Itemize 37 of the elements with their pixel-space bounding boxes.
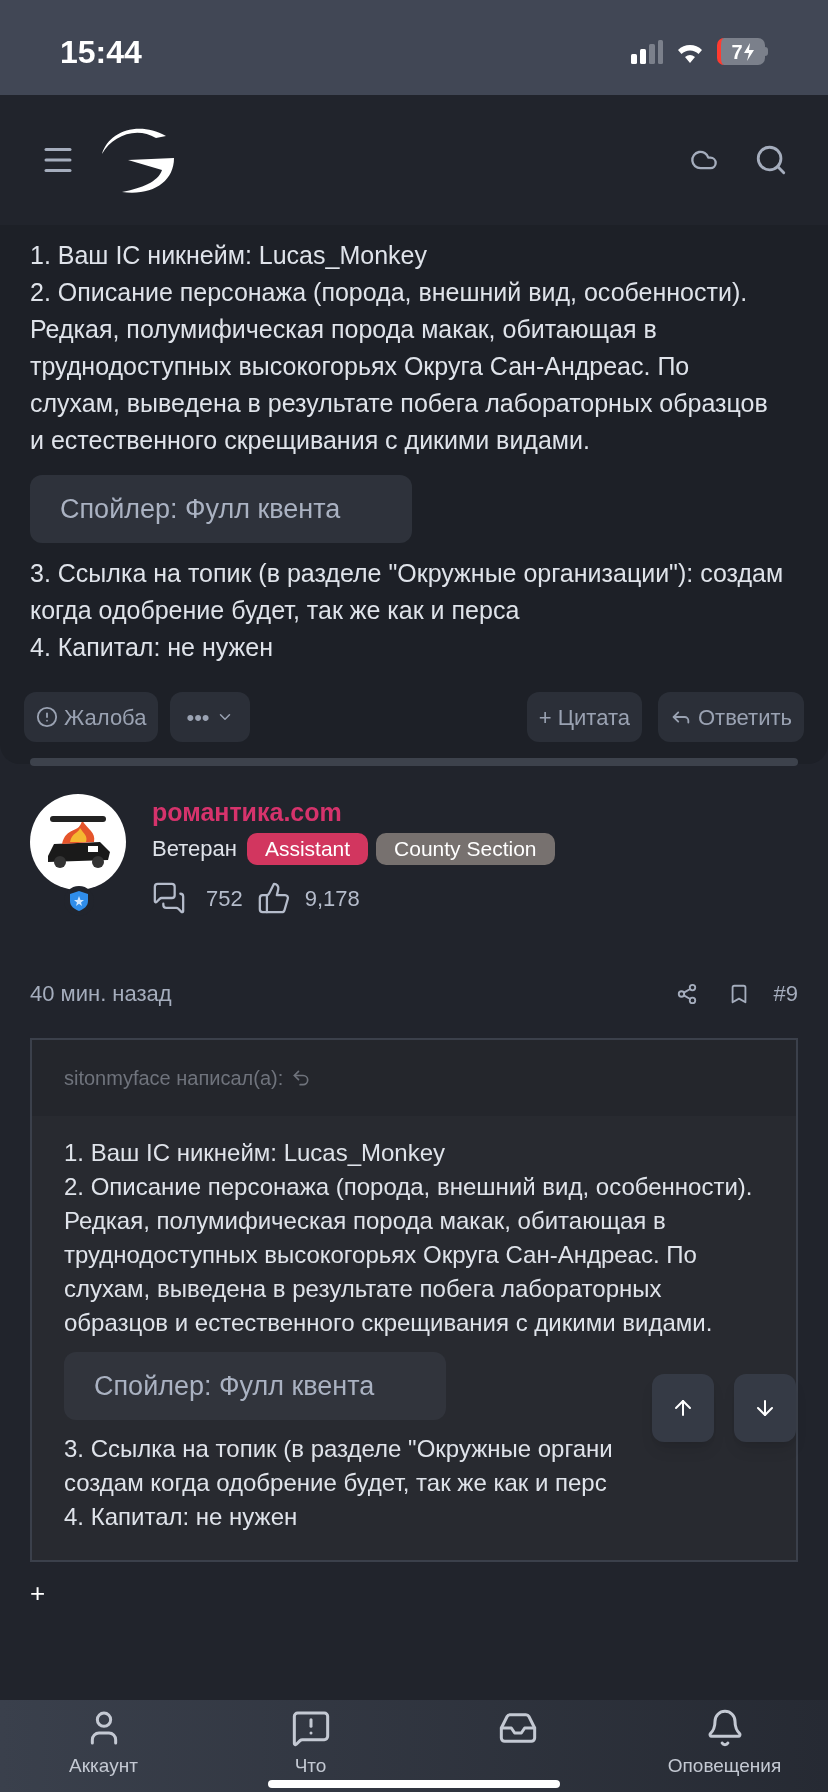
message-count: 752 [206, 884, 243, 913]
expand-toggle[interactable]: + [30, 1574, 46, 1613]
nav-tab[interactable]: Оповещения [621, 1708, 828, 1792]
quote-text: 2. Описание персонажа (порода, внешний вид, особенности). Редкая, полумифическая порода макак, обитающая в труднодоступных высокогорьях Округа Сан-Андреас. По слухам, выведена в результате побега лабораторных образцов и естественного скрещивания с дикими видами. [64, 1172, 754, 1338]
spoiler-button[interactable]: Спойлер: Фулл квента [64, 1352, 446, 1420]
battery-level: 7 [731, 39, 743, 65]
clock-time: 15:44 [60, 32, 142, 72]
report-button[interactable]: Жалоба [24, 692, 159, 742]
quote-text: 4. Капитал: не нужен [64, 1502, 299, 1532]
post-text: 3. Ссылка на топик (в разделе "Окружные организации"): создам когда одобрение будет, так же как и перса [30, 558, 785, 626]
author-name[interactable]: романтика.com [152, 796, 555, 828]
thumbs-up-icon [256, 881, 291, 915]
post-time[interactable]: 40 мин. назад [30, 977, 172, 1010]
nav-tab[interactable]: Аккаунт [0, 1708, 207, 1792]
reply-button[interactable]: Ответить [657, 692, 804, 742]
author-title: Ветеран [152, 835, 237, 863]
quote-button[interactable]: + Цитата [526, 692, 642, 742]
share-icon[interactable] [675, 982, 698, 1005]
quote-text: создам когда одобрение будет, так же как и перс [64, 1468, 608, 1498]
post-number[interactable]: #9 [773, 977, 798, 1010]
quote-text: 3. Ссылка на топик (в разделе "Окружные органи [64, 1434, 614, 1464]
post-text: 2. Описание персонажа (порода, внешний вид, особенности). Редкая, полумифическая порода макак, обитающая в труднодоступных высокогорьях Округа Сан-Андреас. По слухам, выведена в результате побега лабораторных образцов и естественного скрещивания с дикими видами. [30, 277, 769, 456]
post-text: 4. Капитал: не нужен [30, 632, 274, 663]
role-badge: Assistant [246, 832, 369, 865]
quote-text: 1. Ваш IC никнейм: Lucas_Monkey [64, 1138, 447, 1168]
role-badge: County Section [376, 832, 555, 865]
messages-icon [152, 881, 186, 915]
charging-icon [742, 42, 755, 61]
quote-author[interactable]: sitonmyface написал(а): [64, 1063, 284, 1093]
spoiler-button[interactable]: Спойлер: Фулл квента [30, 475, 412, 543]
search-icon[interactable] [754, 143, 788, 177]
more-button[interactable]: ••• [170, 692, 250, 742]
signal-icon [631, 39, 663, 64]
post-text: 1. Ваш IC никнейм: Lucas_Monkey [30, 240, 428, 271]
reaction-count: 9,178 [304, 884, 360, 913]
alert-icon [36, 706, 58, 728]
nav-tab[interactable]: Что [207, 1708, 414, 1792]
